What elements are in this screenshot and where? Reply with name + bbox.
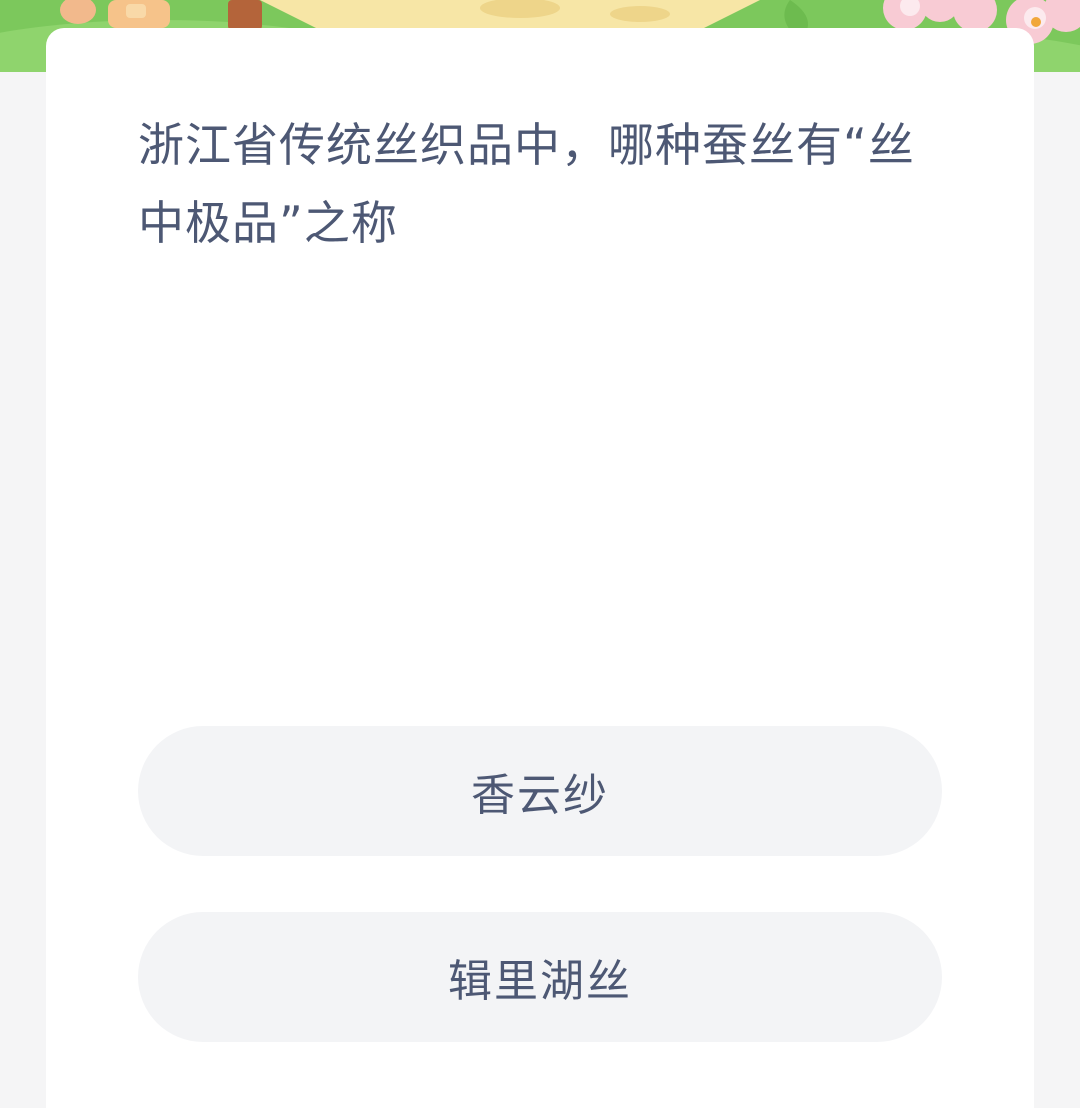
quiz-card: 浙江省传统丝织品中，哪种蚕丝有“丝中极品”之称 香云纱 辑里湖丝 <box>46 28 1034 1108</box>
question-text: 浙江省传统丝织品中，哪种蚕丝有“丝中极品”之称 <box>138 118 915 250</box>
answer-option-2[interactable]: 辑里湖丝 <box>138 912 942 1042</box>
answer-option-1[interactable]: 香云纱 <box>138 726 942 856</box>
